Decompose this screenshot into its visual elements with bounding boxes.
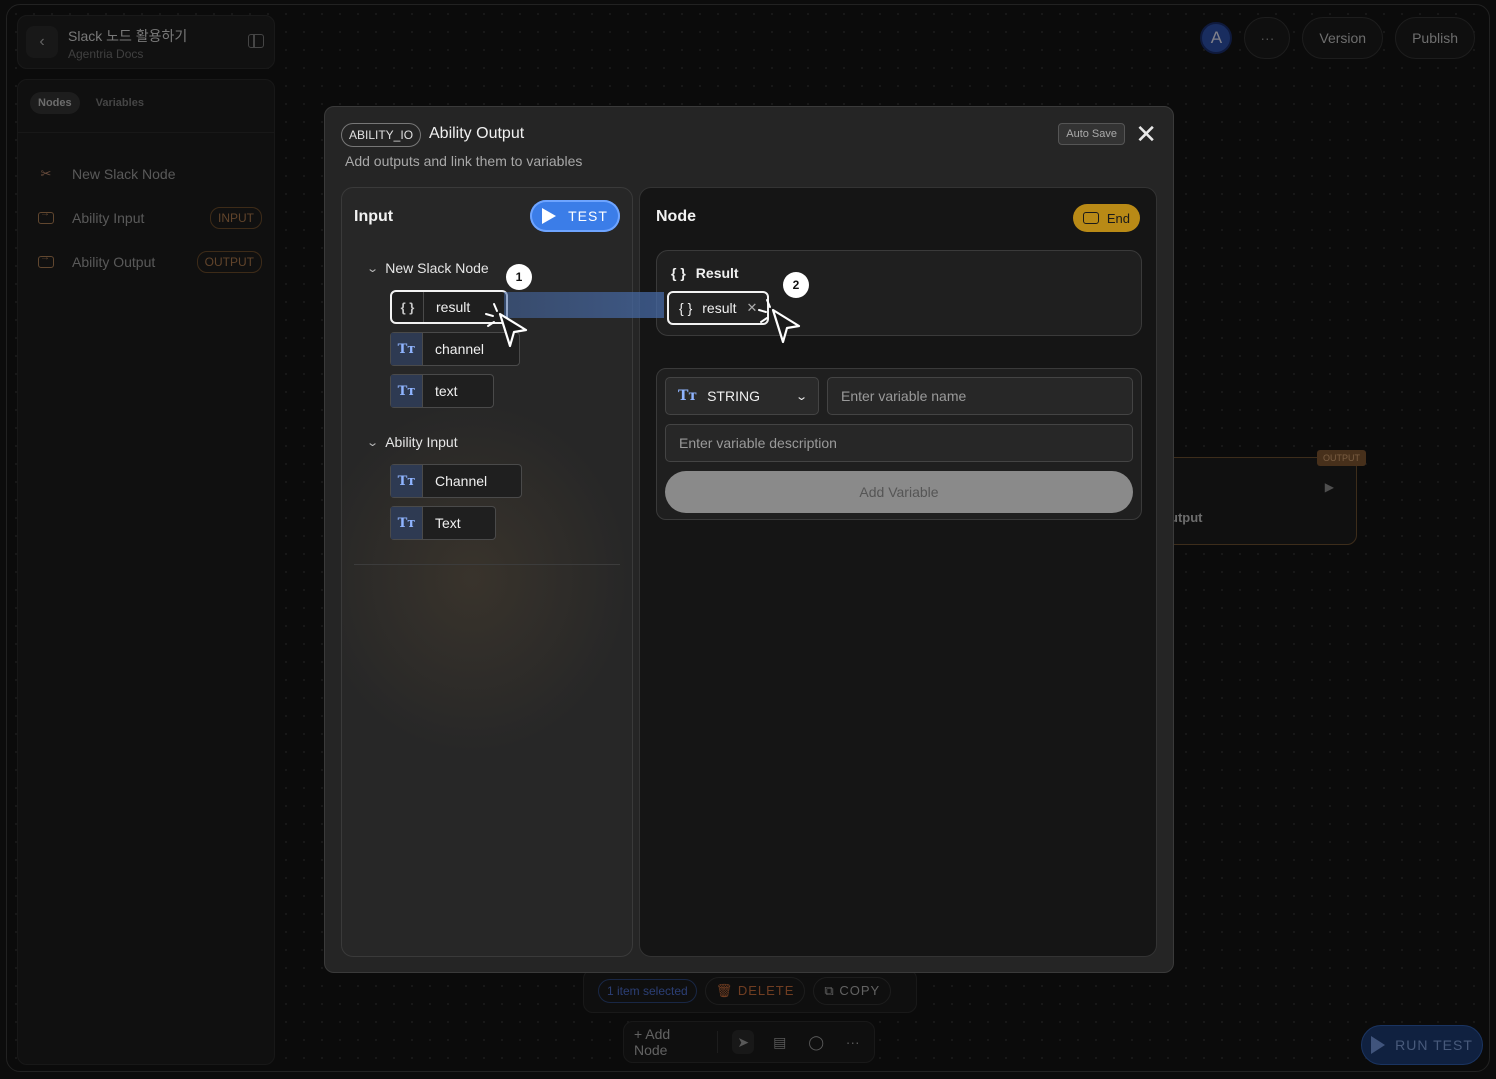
var-chip-text[interactable]: Tт Text xyxy=(390,506,496,540)
variable-description-input[interactable] xyxy=(665,424,1133,462)
add-variable-button[interactable]: Add Variable xyxy=(665,471,1133,513)
chevron-down-icon: ⌄ xyxy=(794,390,808,403)
node-panel: Node End { } Result { } result ✕ Tт STRI… xyxy=(639,187,1157,957)
close-icon[interactable]: ✕ xyxy=(1135,121,1157,147)
cursor-icon xyxy=(758,299,801,344)
node-panel-title: Node xyxy=(656,208,696,225)
text-type-icon: Tт xyxy=(678,388,698,404)
group-label: Ability Input xyxy=(385,434,458,450)
var-label: result xyxy=(436,299,471,315)
test-label: TEST xyxy=(568,208,608,224)
var-label: Channel xyxy=(435,473,488,489)
input-panel-title: Input xyxy=(354,208,394,225)
chip-label: result xyxy=(702,300,737,316)
cursor-icon xyxy=(485,303,528,348)
braces-icon: { } xyxy=(679,300,693,316)
divider xyxy=(354,564,620,565)
exit-icon xyxy=(1082,212,1099,224)
result-dropzone[interactable]: { } Result { } result ✕ xyxy=(656,250,1142,336)
auto-save-button[interactable]: Auto Save xyxy=(1058,123,1125,145)
text-type-icon: Tт xyxy=(391,375,423,407)
test-button[interactable]: TEST xyxy=(530,200,620,232)
var-label: text xyxy=(435,383,458,399)
group-new-slack-node[interactable]: ⌄ New Slack Node xyxy=(366,260,489,276)
type-value: STRING xyxy=(707,388,760,404)
remove-icon[interactable]: ✕ xyxy=(746,300,757,316)
node-type-tag: ABILITY_IO xyxy=(341,123,422,147)
modal-title: Ability Output xyxy=(429,125,525,142)
variable-name-input[interactable] xyxy=(827,377,1133,415)
braces-icon: { } xyxy=(392,292,424,322)
chevron-down-icon: ⌄ xyxy=(366,262,380,275)
step-1-marker: 1 xyxy=(506,264,532,290)
result-title: Result xyxy=(695,265,739,281)
end-label: End xyxy=(1106,210,1130,226)
add-variable-form: Tт STRING ⌄ Add Variable xyxy=(656,368,1142,520)
step-2-marker: 2 xyxy=(783,272,809,298)
result-linked-chip[interactable]: { } result ✕ xyxy=(667,291,770,325)
type-select[interactable]: Tт STRING ⌄ xyxy=(665,377,819,415)
ability-output-modal: ABILITY_IO Ability Output Add outputs an… xyxy=(324,106,1174,973)
text-type-icon: Tт xyxy=(391,507,423,539)
group-ability-input[interactable]: ⌄ Ability Input xyxy=(366,434,458,450)
var-chip-text[interactable]: Tт text xyxy=(390,374,494,408)
modal-subtitle: Add outputs and link them to variables xyxy=(345,153,583,169)
group-label: New Slack Node xyxy=(385,260,489,276)
var-label: Text xyxy=(435,515,461,531)
chevron-down-icon: ⌄ xyxy=(366,436,380,449)
var-chip-channel[interactable]: Tт Channel xyxy=(390,464,522,498)
text-type-icon: Tт xyxy=(391,333,423,365)
braces-icon: { } xyxy=(671,265,686,281)
text-type-icon: Tт xyxy=(391,465,423,497)
play-icon xyxy=(542,208,557,224)
end-button[interactable]: End xyxy=(1072,204,1140,232)
